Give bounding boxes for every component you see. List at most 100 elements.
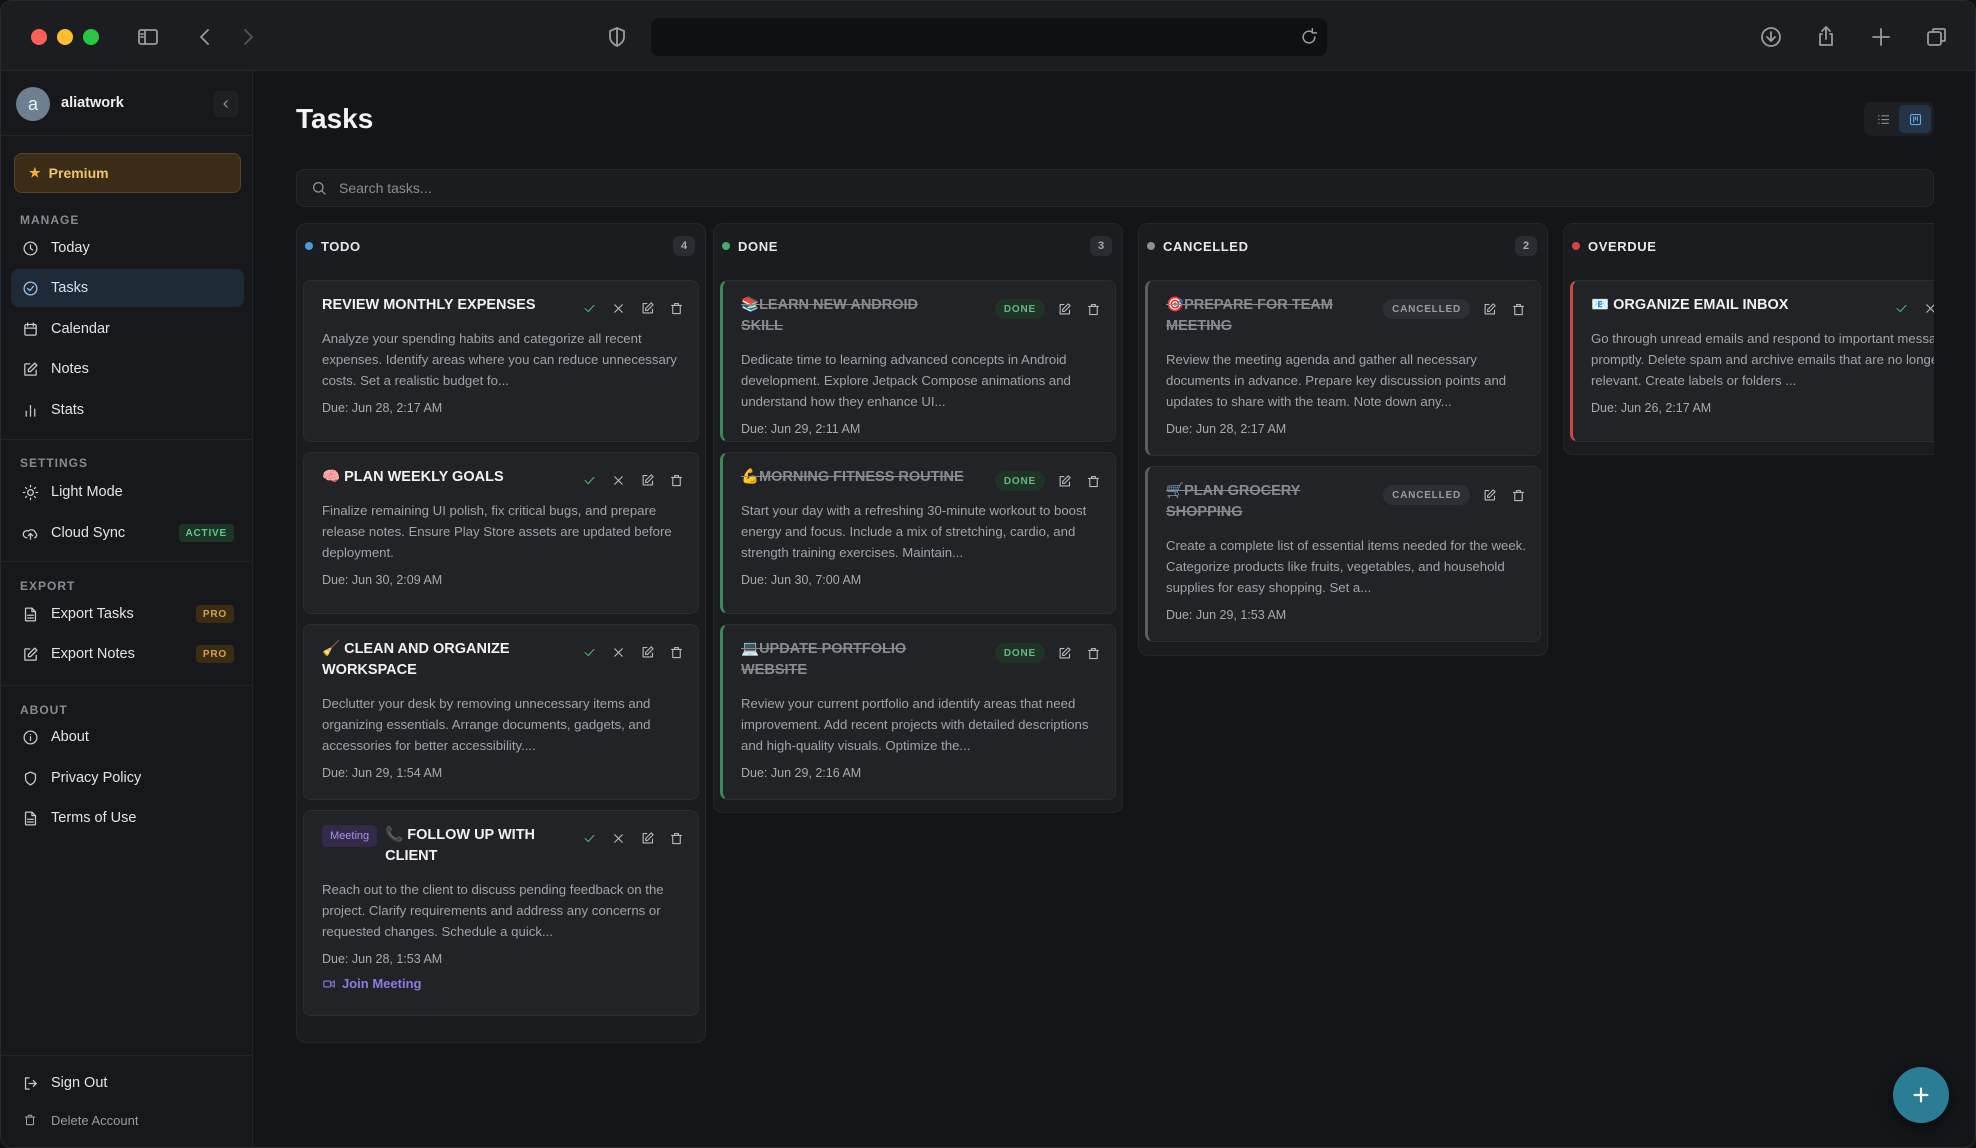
delete-button[interactable] — [667, 643, 686, 662]
collapse-sidebar-button[interactable] — [213, 91, 239, 117]
sidebar-item-cloud-sync[interactable]: Cloud Sync ACTIVE — [11, 514, 244, 552]
complete-button[interactable] — [580, 471, 599, 490]
task-card[interactable]: 💻UPDATE PORTFOLIO WEBSITE DONE Review yo… — [720, 624, 1116, 800]
sidebar-item-notes[interactable]: Notes — [11, 350, 244, 388]
column-header: CANCELLED 2 — [1139, 224, 1547, 268]
check-icon — [584, 834, 595, 843]
avatar[interactable]: a — [16, 87, 50, 121]
sidebar-item-label: Today — [51, 240, 90, 256]
kanban-board: TODO 4 REVIEW MONTHLY EXPENSES Analyze yo… — [296, 223, 1934, 1103]
cancel-button[interactable] — [1921, 299, 1934, 318]
sidebar-item-privacy-policy[interactable]: Privacy Policy — [11, 759, 244, 797]
brain-icon: 🧠 — [322, 469, 341, 485]
join-meeting-link[interactable]: Join Meeting — [322, 976, 682, 991]
edit-icon — [1059, 302, 1071, 314]
list-view-button[interactable] — [1867, 105, 1899, 133]
new-tab-icon[interactable] — [1865, 21, 1897, 53]
search-input[interactable] — [339, 180, 1839, 196]
back-icon[interactable] — [189, 21, 221, 53]
task-title: 🎯PREPARE FOR TEAM MEETING — [1166, 295, 1346, 337]
edit-button[interactable] — [638, 829, 657, 848]
reload-icon[interactable] — [1293, 21, 1325, 53]
edit-button[interactable] — [1480, 486, 1499, 505]
cancel-button[interactable] — [609, 299, 628, 318]
sidebar-item-light-mode[interactable]: Light Mode — [11, 473, 244, 511]
minimize-window-button[interactable] — [57, 29, 73, 45]
task-card[interactable]: 📧 ORGANIZE EMAIL INBOX Go through unread… — [1570, 280, 1934, 442]
edit-button[interactable] — [1055, 644, 1074, 663]
cancel-button[interactable] — [609, 643, 628, 662]
check-icon — [584, 648, 595, 657]
task-due-date: Due: Jun 28, 2:17 AM — [1166, 422, 1287, 436]
sidebar-item-today[interactable]: Today — [11, 229, 244, 267]
delete-button[interactable] — [1509, 300, 1528, 319]
task-card[interactable]: REVIEW MONTHLY EXPENSES Analyze your spe… — [303, 280, 699, 442]
pro-badge: PRO — [195, 605, 234, 623]
complete-button[interactable] — [580, 299, 599, 318]
edit-button[interactable] — [638, 471, 657, 490]
sidebar-item-terms-of-use[interactable]: Terms of Use — [11, 799, 244, 837]
clock-icon — [21, 239, 39, 257]
sidebar-item-export-notes[interactable]: Export Notes PRO — [11, 635, 244, 673]
edit-icon — [642, 832, 654, 844]
video-icon — [323, 979, 335, 988]
column-cancelled: CANCELLED 2 🎯PREPARE FOR TEAM MEETING CAN… — [1138, 223, 1548, 656]
delete-account-button[interactable]: Delete Account — [11, 1101, 244, 1139]
board-view-button[interactable] — [1899, 105, 1931, 133]
sidebar-item-tasks[interactable]: Tasks — [11, 269, 244, 307]
task-card[interactable]: 🧠 PLAN WEEKLY GOALS Finalize remaining U… — [303, 452, 699, 614]
edit-button[interactable] — [638, 643, 657, 662]
divider — [1, 439, 253, 440]
sidebar-toggle-icon[interactable] — [132, 21, 164, 53]
sidebar-item-export-tasks[interactable]: Export Tasks PRO — [11, 595, 244, 633]
sidebar-item-about[interactable]: About — [11, 718, 244, 756]
close-window-button[interactable] — [31, 29, 47, 45]
delete-button[interactable] — [667, 829, 686, 848]
delete-button[interactable] — [667, 299, 686, 318]
task-due-date: Due: Jun 29, 2:16 AM — [741, 766, 862, 780]
download-icon[interactable] — [1755, 21, 1787, 53]
sidebar-item-label: Privacy Policy — [51, 770, 142, 786]
sidebar-item-label: Terms of Use — [51, 810, 137, 826]
delete-button[interactable] — [1509, 486, 1528, 505]
list-icon — [1877, 114, 1889, 124]
document-icon — [21, 605, 39, 623]
complete-button[interactable] — [580, 643, 599, 662]
status-badge: CANCELLED — [1383, 485, 1470, 505]
address-bar[interactable] — [651, 18, 1327, 56]
edit-button[interactable] — [638, 299, 657, 318]
task-card[interactable]: 🧹 CLEAN AND ORGANIZE WORKSPACE Declutter… — [303, 624, 699, 800]
task-card[interactable]: 💪MORNING FITNESS ROUTINE DONE Start your… — [720, 452, 1116, 614]
edit-button[interactable] — [1480, 300, 1499, 319]
sidebar-item-calendar[interactable]: Calendar — [11, 310, 244, 348]
task-description: Go through unread emails and respond to … — [1591, 331, 1934, 388]
tabs-overview-icon[interactable] — [1921, 21, 1953, 53]
task-description: Review the meeting agenda and gather all… — [1166, 352, 1507, 409]
edit-icon — [21, 645, 39, 663]
task-description: Reach out to the client to discuss pendi… — [322, 882, 664, 939]
premium-button[interactable]: ★ Premium — [14, 153, 241, 193]
add-task-button[interactable] — [1893, 1067, 1949, 1123]
sidebar-item-stats[interactable]: Stats — [11, 391, 244, 429]
delete-button[interactable] — [1084, 644, 1103, 663]
sign-out-button[interactable]: Sign Out — [11, 1064, 244, 1102]
cancel-button[interactable] — [609, 471, 628, 490]
task-card[interactable]: Meeting 📞 FOLLOW UP WITH CLIENT Reach out… — [303, 810, 699, 1016]
task-card[interactable]: 🎯PREPARE FOR TEAM MEETING CANCELLED Revi… — [1145, 280, 1541, 456]
cancel-button[interactable] — [609, 829, 628, 848]
forward-icon[interactable] — [232, 21, 264, 53]
share-icon[interactable] — [1810, 21, 1842, 53]
delete-button[interactable] — [1084, 472, 1103, 491]
edit-button[interactable] — [1055, 300, 1074, 319]
task-card[interactable]: 📚LEARN NEW ANDROID SKILL DONE Dedicate t… — [720, 280, 1116, 442]
delete-button[interactable] — [1084, 300, 1103, 319]
task-due-date: Due: Jun 30, 7:00 AM — [741, 573, 862, 587]
complete-button[interactable] — [1892, 299, 1911, 318]
edit-button[interactable] — [1055, 472, 1074, 491]
complete-button[interactable] — [580, 829, 599, 848]
delete-button[interactable] — [667, 471, 686, 490]
status-dot — [1147, 242, 1155, 250]
task-card[interactable]: 🛒PLAN GROCERY SHOPPING CANCELLED Create … — [1145, 466, 1541, 642]
shield-icon[interactable] — [601, 21, 633, 53]
zoom-window-button[interactable] — [83, 29, 99, 45]
